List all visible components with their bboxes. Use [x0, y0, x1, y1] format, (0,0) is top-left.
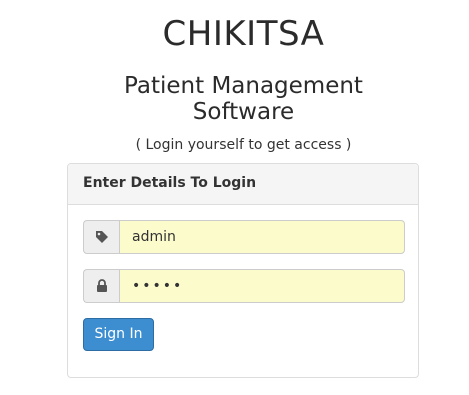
username-input[interactable]: [119, 220, 405, 254]
tag-icon: [83, 220, 119, 254]
app-subtitle-line-1: Patient Management: [124, 73, 363, 99]
login-panel-heading: Enter Details To Login: [68, 164, 418, 205]
lock-icon: [83, 269, 119, 303]
password-input-group: •••••: [83, 269, 405, 303]
sign-in-button[interactable]: Sign In: [83, 318, 154, 351]
app-subtitle-line-2: Software: [192, 99, 295, 125]
app-subtitle: Patient Management Software: [0, 73, 469, 125]
password-input[interactable]: •••••: [119, 269, 405, 303]
login-panel: Enter Details To Login ••••• Sign In: [67, 163, 419, 378]
app-title: CHIKITSA: [162, 14, 325, 54]
login-tagline: ( Login yourself to get access ): [135, 137, 352, 153]
username-input-group: [83, 220, 405, 254]
